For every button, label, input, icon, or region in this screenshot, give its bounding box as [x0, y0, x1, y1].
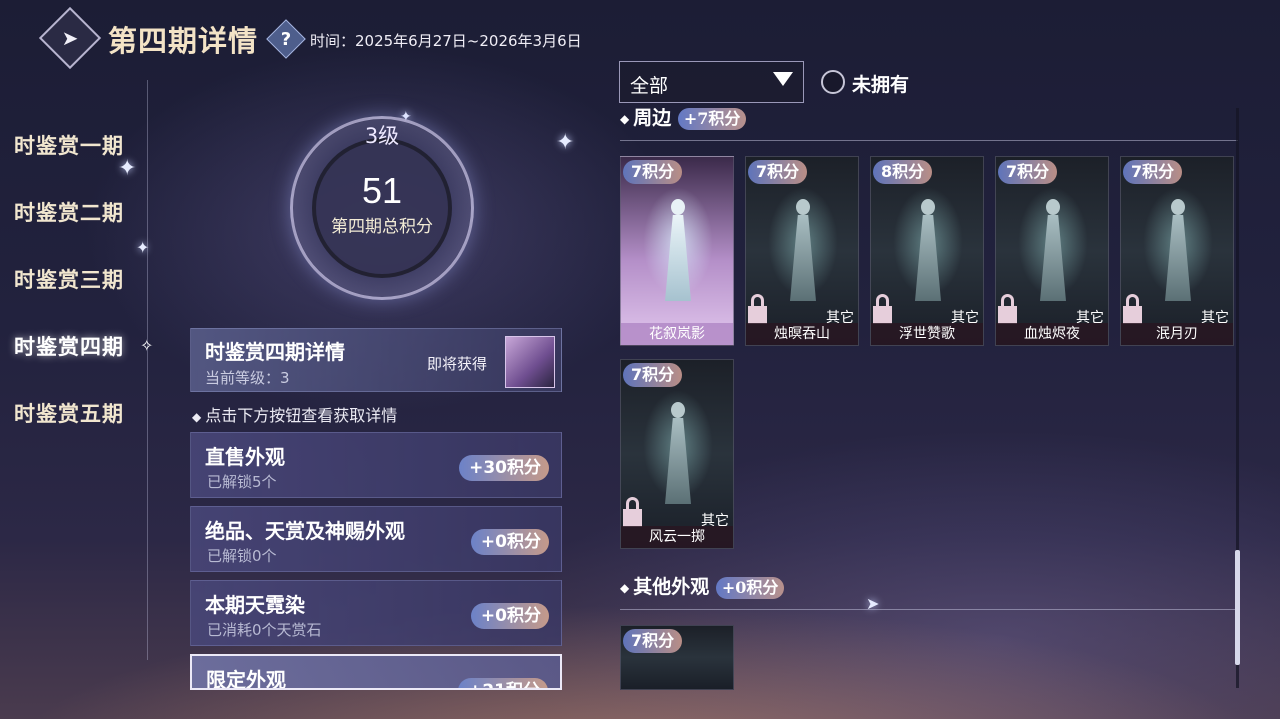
- back-button[interactable]: ➤: [38, 6, 102, 70]
- outfit-card[interactable]: 7积分 其它 烛暝吞山: [745, 156, 859, 346]
- points-badge: 7积分: [998, 160, 1058, 184]
- points-badge: 7积分: [623, 363, 683, 387]
- page-title: 第四期详情: [108, 24, 259, 58]
- character-figure: [787, 199, 819, 304]
- detail-title: 时鉴赏四期详情: [205, 340, 345, 364]
- card-name: 花叙岚影: [621, 323, 733, 345]
- points-badge: 7积分: [748, 160, 808, 184]
- card-name: 烛暝吞山: [746, 323, 858, 345]
- character-figure: [662, 199, 694, 304]
- category-direct-sale[interactable]: 直售外观 已解锁5个 +30积分: [190, 432, 562, 498]
- outfit-card[interactable]: 8积分 其它 浮世赞歌: [870, 156, 984, 346]
- character-figure: [662, 402, 694, 507]
- help-button[interactable]: ?: [266, 19, 306, 59]
- category-title: 限定外观: [206, 668, 286, 690]
- upcoming-reward-label: 即将获得: [427, 355, 488, 373]
- outfit-card[interactable]: 7积分 其它 风云一掷: [620, 359, 734, 549]
- lock-icon: [873, 294, 892, 324]
- sidebar-item-period-2[interactable]: 时鉴赏二期: [14, 197, 124, 227]
- points-badge: +0积分: [715, 577, 785, 599]
- category-title: 本期天霓染: [205, 593, 305, 617]
- category-premium[interactable]: 绝品、天赏及神赐外观 已解锁0个 +0积分: [190, 506, 562, 572]
- sparkle-icon: ✦: [118, 156, 137, 181]
- lock-icon: [1123, 294, 1142, 324]
- category-title: 直售外观: [205, 445, 285, 469]
- current-level: 当前等级：3: [205, 369, 290, 387]
- unowned-radio[interactable]: [821, 70, 845, 94]
- section-header-other-outfits: ◆ 其他外观 +0积分: [620, 572, 785, 599]
- dropdown-arrow-icon: [773, 72, 793, 86]
- sidebar-item-period-4[interactable]: 时鉴赏四期: [14, 331, 124, 361]
- lock-icon: [998, 294, 1017, 324]
- lock-icon: [748, 294, 767, 324]
- sidebar-item-period-1[interactable]: 时鉴赏一期: [14, 130, 124, 160]
- sidebar-item-period-3[interactable]: 时鉴赏三期: [14, 264, 124, 294]
- category-subtitle: 已消耗0个天赏石: [207, 621, 322, 639]
- lock-icon: [623, 497, 642, 527]
- sidebar-divider: [147, 80, 148, 660]
- card-name: 浮世赞歌: [871, 323, 983, 345]
- total-score-label: 第四期总积分: [331, 217, 433, 237]
- upcoming-reward-thumbnail[interactable]: [505, 336, 555, 388]
- level-text: 3级: [364, 124, 400, 148]
- card-name: 泯月刃: [1121, 323, 1233, 345]
- bullet-icon: ◆: [192, 409, 202, 424]
- scrollbar-thumb[interactable]: [1235, 550, 1240, 665]
- bullet-icon: ◆: [620, 581, 630, 595]
- section-divider: [620, 609, 1238, 610]
- outfit-card[interactable]: 7积分 花叙岚影: [620, 156, 734, 346]
- back-arrow-icon: ➤: [61, 26, 79, 50]
- active-marker-icon: ✧: [140, 336, 154, 355]
- filter-value: 全部: [630, 75, 669, 97]
- period-time: 时间：2025年6月27日~2026年3月6日: [310, 32, 582, 50]
- card-name: 血烛烬夜: [996, 323, 1108, 345]
- points-badge: +30积分: [459, 455, 549, 481]
- category-subtitle: 已解锁0个: [207, 547, 277, 565]
- outfit-card[interactable]: 7积分 其它 泯月刃: [1120, 156, 1234, 346]
- detail-header[interactable]: 时鉴赏四期详情 当前等级：3 即将获得: [190, 328, 562, 392]
- question-icon: ?: [280, 28, 292, 50]
- card-name: 风云一掷: [621, 526, 733, 548]
- bullet-icon: ◆: [620, 112, 630, 126]
- category-dye[interactable]: 本期天霓染 已消耗0个天赏石 +0积分: [190, 580, 562, 646]
- sparkle-icon: ✦: [556, 130, 575, 155]
- character-figure: [1037, 199, 1069, 304]
- points-badge: +0积分: [470, 529, 549, 555]
- filter-dropdown[interactable]: 全部: [619, 61, 804, 103]
- points-badge: +0积分: [470, 603, 549, 629]
- section-header-merch: ◆ 周边 +7积分: [620, 103, 747, 130]
- points-badge: +7积分: [677, 108, 747, 130]
- category-limited[interactable]: 限定外观 +21积分: [190, 654, 562, 690]
- category-subtitle: 已解锁5个: [207, 473, 277, 491]
- character-figure: [912, 199, 944, 304]
- outfit-card[interactable]: 7积分: [620, 625, 734, 690]
- points-badge: 8积分: [873, 160, 933, 184]
- section-divider: [620, 140, 1238, 141]
- character-figure: [1162, 199, 1194, 304]
- total-score: 51: [361, 170, 403, 211]
- category-title: 绝品、天赏及神赐外观: [205, 519, 405, 543]
- outfit-card[interactable]: 7积分 其它 血烛烬夜: [995, 156, 1109, 346]
- points-badge: +21积分: [458, 678, 548, 688]
- hint-text: ◆ 点击下方按钮查看获取详情: [192, 406, 398, 425]
- points-badge: 7积分: [623, 160, 683, 184]
- points-badge: 7积分: [623, 629, 683, 653]
- unowned-label: 未拥有: [852, 74, 910, 96]
- points-badge: 7积分: [1123, 160, 1183, 184]
- sidebar-item-period-5[interactable]: 时鉴赏五期: [14, 398, 124, 428]
